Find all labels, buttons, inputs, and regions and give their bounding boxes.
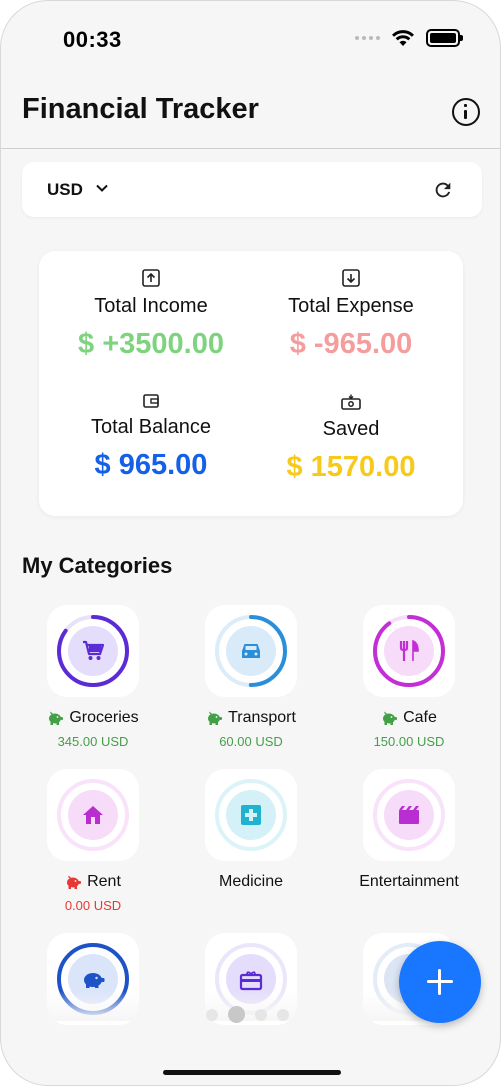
category-name-row: Entertainment (329, 873, 489, 891)
signal-icon (355, 36, 380, 40)
income-value: $ +3500.00 (78, 328, 224, 360)
category-progress-ring (57, 615, 129, 687)
category-amount: 150.00 USD (373, 734, 445, 749)
status-time: 00:33 (63, 27, 122, 52)
piggy-bank-icon (49, 711, 64, 725)
page-indicator[interactable] (206, 1006, 289, 1023)
category-tile[interactable] (205, 605, 297, 697)
category-amount: 60.00 USD (219, 734, 283, 749)
category-tile[interactable] (363, 605, 455, 697)
movie-icon (399, 806, 419, 824)
category-transport[interactable]: Transport 60.00 USD (171, 605, 331, 749)
income-stat: Total Income $ +3500.00 (45, 269, 257, 361)
category-cafe[interactable]: Cafe 150.00 USD (329, 605, 489, 749)
add-category-button[interactable] (399, 941, 481, 1023)
category-tile[interactable] (47, 769, 139, 861)
category-entertainment[interactable]: Entertainment (329, 769, 489, 891)
expense-label: Total Expense (288, 295, 414, 317)
battery-icon (426, 29, 463, 47)
category-name-row: Medicine (171, 873, 331, 891)
balance-value: $ 965.00 (94, 449, 208, 481)
income-icon (142, 269, 160, 287)
expense-icon (342, 269, 360, 287)
wifi-icon (392, 29, 414, 46)
page-dot-active[interactable] (228, 1006, 245, 1023)
refresh-icon[interactable] (432, 179, 454, 201)
category-name-row: Transport (171, 709, 331, 727)
app-bar-divider (1, 148, 500, 149)
category-name: Groceries (69, 709, 139, 726)
category-name-row: Cafe (329, 709, 489, 727)
category-name: Entertainment (359, 873, 459, 890)
category-tile[interactable] (205, 769, 297, 861)
home-indicator (163, 1070, 341, 1075)
category-name: Rent (87, 873, 121, 890)
balance-label: Total Balance (90, 416, 212, 438)
category-amount: 0.00 USD (64, 898, 122, 913)
saved-label: Saved (322, 418, 380, 440)
car-icon (242, 644, 260, 658)
expense-stat: Total Expense $ -965.00 (245, 269, 457, 361)
status-icons (355, 29, 463, 47)
category-progress-ring (373, 615, 445, 687)
category-groceries[interactable]: Groceries 345.00 USD (13, 605, 173, 749)
section-title-categories: My Categories (22, 553, 173, 578)
summary-card: Total Income $ +3500.00 Total Expense $ … (39, 251, 463, 516)
saved-value: $ 1570.00 (286, 451, 416, 483)
page-title: Financial Tracker (22, 93, 259, 125)
page-dot[interactable] (277, 1008, 289, 1021)
category-name-row: Groceries (13, 709, 173, 727)
category-progress-ring (57, 779, 129, 851)
balance-stat: Total Balance $ 965.00 (45, 394, 257, 482)
income-label: Total Income (94, 295, 208, 317)
medical-icon (241, 805, 261, 825)
wallet-icon (143, 394, 159, 408)
category-tile[interactable] (363, 769, 455, 861)
category-medicine[interactable]: Medicine (171, 769, 331, 891)
saved-stat: Saved $ 1570.00 (245, 394, 457, 484)
category-progress-ring (373, 779, 445, 851)
currency-card: USD (22, 162, 482, 217)
chevron-down-icon[interactable] (96, 184, 108, 192)
category-tile[interactable] (47, 605, 139, 697)
phone-screen: 00:33 Financial Tracker USD Total Income (0, 0, 501, 1086)
category-amount: 345.00 USD (57, 734, 129, 749)
page-dot[interactable] (206, 1008, 218, 1021)
piggy-bank-icon (383, 711, 398, 725)
piggy-bank-icon (67, 875, 82, 889)
category-progress-ring (215, 779, 287, 851)
category-name: Cafe (403, 709, 437, 726)
category-name-row: Rent (13, 873, 173, 891)
piggy-bank-icon (208, 711, 223, 725)
info-icon[interactable] (452, 98, 480, 126)
currency-dropdown[interactable]: USD (47, 180, 83, 200)
category-name: Medicine (218, 873, 284, 890)
expense-value: $ -965.00 (289, 328, 413, 360)
category-rent[interactable]: Rent 0.00 USD (13, 769, 173, 913)
category-name: Transport (228, 709, 296, 726)
savings-icon (341, 394, 361, 410)
page-dot[interactable] (255, 1008, 267, 1021)
category-progress-ring (215, 615, 287, 687)
